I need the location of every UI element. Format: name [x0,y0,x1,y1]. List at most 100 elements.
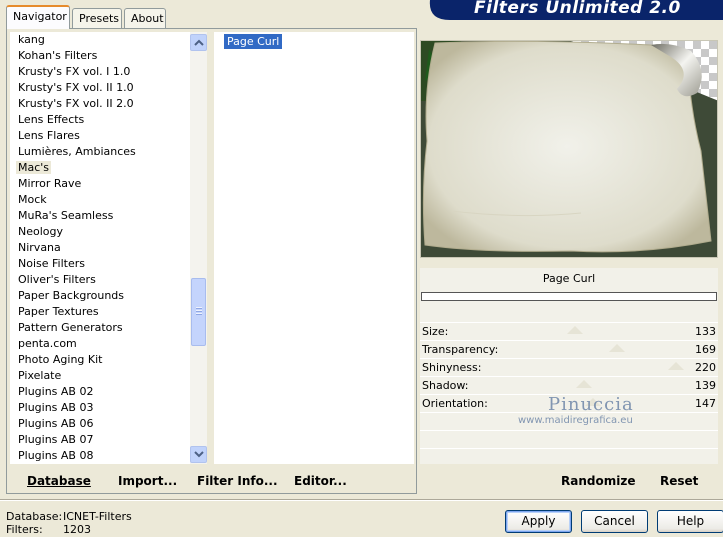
category-item[interactable]: penta.com [10,336,206,352]
help-button[interactable]: Help [657,510,723,533]
category-item[interactable]: kang [10,32,206,48]
category-label: Lens Flares [18,129,80,142]
param-value: 133 [695,325,716,338]
watermark-url: www.maidiregrafica.eu [518,415,633,426]
slider-thumb[interactable] [668,362,684,370]
tab-label: About [131,12,164,25]
category-item[interactable]: MuRa's Seamless [10,208,206,224]
import-button[interactable]: Import... [118,474,177,488]
param-slider-row[interactable]: Size: 133 [420,322,718,340]
category-label: Lumières, Ambiances [18,145,136,158]
slider-thumb[interactable] [576,380,592,388]
category-item[interactable]: Kohan's Filters [10,48,206,64]
category-label: penta.com [18,337,77,350]
watermark-name: Pinuccia [548,394,634,415]
filter-info-label: Filter Info... [197,474,278,488]
reset-button[interactable]: Reset [660,474,698,488]
category-label: Plugins AB 07 [18,433,94,446]
param-slider-row[interactable]: Shadow: 139 [420,376,718,394]
category-label: Plugins AB 08 [18,449,94,462]
category-label: Photo Aging Kit [18,353,103,366]
cancel-label: Cancel [594,514,635,528]
category-item[interactable]: Neology [10,224,206,240]
category-item[interactable]: Lens Effects [10,112,206,128]
category-label: Mac's [16,161,52,174]
category-item[interactable]: Photo Aging Kit [10,352,206,368]
category-label: Krusty's FX vol. II 2.0 [18,97,134,110]
category-label: Krusty's FX vol. I 1.0 [18,65,131,78]
editor-label: Editor... [294,474,347,488]
category-label: Pattern Generators [18,321,123,334]
chevron-up-icon [194,39,204,46]
editor-button[interactable]: Editor... [294,474,347,488]
category-item[interactable]: Noise Filters [10,256,206,272]
status-filters-value: 1203 [63,523,91,536]
slider-thumb[interactable] [567,326,583,334]
database-button[interactable]: Database [27,474,91,488]
category-item[interactable]: Paper Backgrounds [10,288,206,304]
filter-list[interactable]: Page Curl [214,32,414,464]
param-value: 220 [695,361,716,374]
preview-image [420,40,718,258]
category-item[interactable]: Plugins AB 08 [10,448,206,464]
tab-about[interactable]: About [124,8,166,28]
category-scrollbar[interactable] [190,32,207,464]
category-item[interactable]: Krusty's FX vol. II 1.0 [10,80,206,96]
category-item[interactable]: Nirvana [10,240,206,256]
category-item[interactable]: Krusty's FX vol. II 2.0 [10,96,206,112]
category-list[interactable]: kang Kohan's Filters Krusty's FX vol. I 1.… [10,32,206,464]
cancel-button[interactable]: Cancel [581,510,648,533]
param-value: 147 [695,397,716,410]
category-item[interactable]: Plugins AB 02 [10,384,206,400]
category-item[interactable]: Mirror Rave [10,176,206,192]
slider-thumb[interactable] [609,344,625,352]
tab-presets[interactable]: Presets [72,8,122,28]
param-label: Size: [422,325,449,338]
category-item[interactable]: Lens Flares [10,128,206,144]
param-label: Shinyness: [422,361,482,374]
category-label: Plugins AB 02 [18,385,94,398]
banner-title: Filters Unlimited 2.0 [474,0,681,18]
chevron-down-icon [194,451,204,458]
category-label: Oliver's Filters [18,273,96,286]
category-item[interactable]: Pattern Generators [10,320,206,336]
category-item[interactable]: Plugins AB 07 [10,432,206,448]
randomize-button[interactable]: Randomize [561,474,635,488]
reset-label: Reset [660,474,699,488]
category-item[interactable]: Lumières, Ambiances [10,144,206,160]
category-label: kang [18,33,45,46]
tab-navigator[interactable]: Navigator [6,5,70,29]
category-item[interactable]: Pixelate [10,368,206,384]
scroll-thumb[interactable] [191,278,206,346]
param-slider-row[interactable]: Transparency: 169 [420,340,718,358]
help-label: Help [676,514,705,528]
category-item[interactable]: Krusty's FX vol. I 1.0 [10,64,206,80]
filter-item-page-curl[interactable]: Page Curl [224,34,283,49]
category-item[interactable]: Plugins AB 03 [10,400,206,416]
progress-bar [421,292,717,301]
tab-label: Navigator [13,10,67,23]
scroll-up-button[interactable] [190,34,207,51]
param-label: Orientation: [422,397,488,410]
category-item[interactable]: Plugins AB 06 [10,416,206,432]
category-item[interactable]: Paper Textures [10,304,206,320]
database-label: Database [27,474,91,488]
apply-button[interactable]: Apply [505,510,572,533]
category-item[interactable]: Mock [10,192,206,208]
category-item[interactable]: Mac's [10,160,206,176]
category-label: Neology [18,225,64,238]
param-value: 139 [695,379,716,392]
status-database-value: ICNET-Filters [63,510,132,523]
category-item[interactable]: Oliver's Filters [10,272,206,288]
filter-info-button[interactable]: Filter Info... [197,474,278,488]
category-label: Lens Effects [18,113,85,126]
randomize-label: Randomize [561,474,636,488]
category-label: Mirror Rave [18,177,82,190]
param-label: Transparency: [422,343,499,356]
category-label: Krusty's FX vol. II 1.0 [18,81,134,94]
scroll-down-button[interactable] [190,446,207,463]
param-slider-row[interactable]: Shinyness: 220 [420,358,718,376]
apply-label: Apply [521,514,556,528]
category-label: Plugins AB 03 [18,401,94,414]
category-label: MuRa's Seamless [18,209,114,222]
